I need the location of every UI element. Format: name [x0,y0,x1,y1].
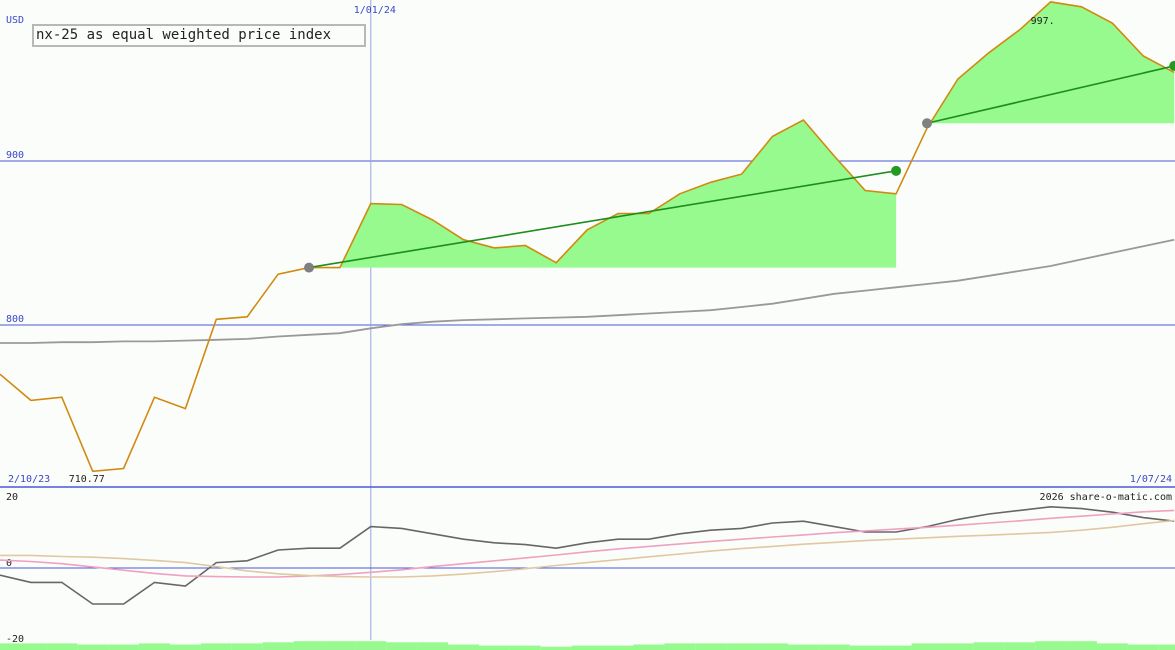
volume-bar [169,644,201,650]
osc-tan-average-line [0,519,1175,578]
volume-bar [417,642,449,650]
y-tick-label-800: 800 [6,314,24,325]
volume-bar [355,641,387,650]
osc-momentum-line [0,505,1175,605]
volume-bar [571,645,603,650]
volume-bar [448,644,479,650]
volume-bar [911,643,943,650]
max-value-label: 997. [1031,16,1055,27]
volume-bar [200,643,232,650]
volume-bar [0,643,16,650]
volume-bar [1096,643,1128,650]
volume-bar [231,643,263,650]
volume-bar [262,642,294,650]
volume-bar [1158,644,1175,650]
volume-bar [726,643,758,650]
trend-end-dot-0 [891,165,902,176]
volume-bar [46,643,78,650]
volume-bar [818,644,850,650]
volume-bar [880,645,912,650]
volume-bar [602,645,634,650]
volume-bar [386,642,418,650]
volume-bar [1004,642,1036,650]
volume-bar [757,643,788,650]
volume-bar [1066,641,1097,650]
min-value-label: 710.77 [69,474,105,485]
gain-fill-area-0 [309,120,897,268]
osc-y-tick-label: -20 [6,634,24,645]
y-tick-label-900: 900 [6,150,24,161]
volume-bar [324,641,356,650]
volume-bar [108,644,140,650]
volume-bar [973,642,1005,650]
osc-pink-average-line [0,509,1175,578]
end-date-label: 1/07/24 [1130,474,1172,485]
volume-bar [787,644,819,650]
y-axis-unit-label: USD [6,15,24,26]
volume-bar [509,645,541,650]
trend-start-dot-0 [304,262,314,273]
volume-bar [695,643,727,650]
start-date-label: 2/10/23 [8,474,50,485]
volume-bar [478,645,510,650]
volume-bar [633,644,665,650]
volume-bar [15,643,47,650]
price-index-chart: 900 800 USD 1/01/24 997. 710.77 2/10/23 1/07/24… [0,0,1175,650]
watermark: 2026 share-o-matic.com [1040,492,1172,503]
osc-y-tick-label: 20 [6,492,18,503]
volume-bar [77,644,109,650]
date-marker-label: 1/01/24 [354,5,396,16]
volume-bar [139,643,170,650]
chart-title: nx-25 as equal weighted price index [36,27,332,43]
volume-bar [849,645,881,650]
volume-bar [293,641,325,650]
trend-start-dot-1 [922,118,932,129]
volume-bar [1127,644,1159,650]
volume-bar [1035,641,1067,650]
volume-bar [942,643,974,650]
volume-bar [664,643,696,650]
